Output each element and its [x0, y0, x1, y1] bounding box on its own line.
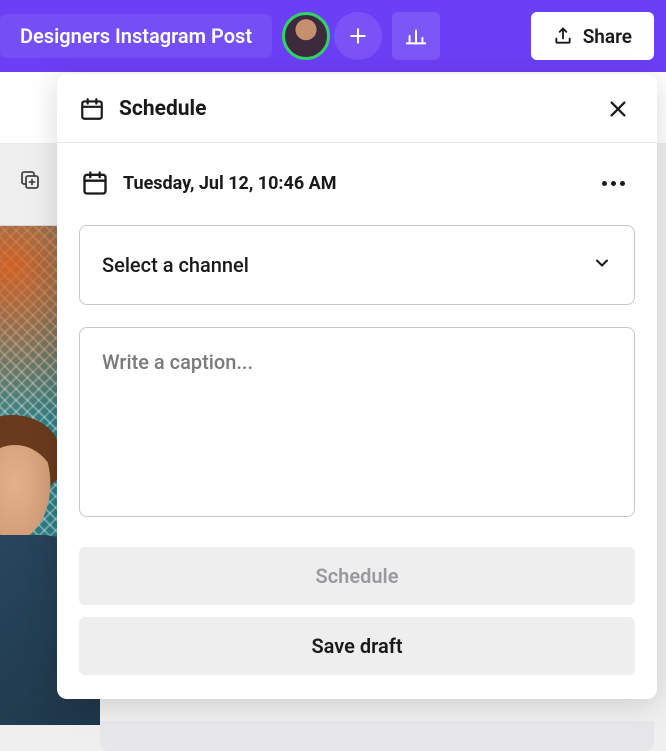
panel-title: Schedule: [119, 97, 206, 121]
top-toolbar: Designers Instagram Post Share: [0, 0, 666, 72]
duplicate-page-button[interactable]: [10, 160, 50, 200]
avatar[interactable]: [282, 12, 330, 60]
analytics-button[interactable]: [392, 12, 440, 60]
panel-body: Tuesday, Jul 12, 10:46 AM Select a chann…: [57, 143, 657, 699]
channel-select[interactable]: Select a channel: [79, 225, 635, 305]
close-button[interactable]: [601, 92, 635, 126]
caption-input[interactable]: [79, 327, 635, 517]
upload-icon: [553, 26, 573, 46]
schedule-panel: Schedule Tuesday, Jul 12, 10:46 AM Selec…: [57, 74, 657, 699]
dots-icon: [602, 181, 607, 186]
duplicate-icon: [18, 168, 42, 192]
schedule-button[interactable]: Schedule: [79, 547, 635, 605]
schedule-date-row[interactable]: Tuesday, Jul 12, 10:46 AM: [79, 163, 635, 203]
panel-header: Schedule: [57, 74, 657, 143]
document-title-wrap[interactable]: Designers Instagram Post: [0, 14, 272, 58]
add-collaborator-button[interactable]: [334, 12, 382, 60]
dots-icon: [620, 181, 625, 186]
bar-chart-icon: [405, 25, 427, 47]
dots-icon: [611, 181, 616, 186]
canvas-lower-strip: [100, 721, 654, 751]
channel-select-label: Select a channel: [102, 253, 249, 277]
close-icon: [607, 98, 629, 120]
schedule-date-text: Tuesday, Jul 12, 10:46 AM: [123, 173, 336, 194]
share-button[interactable]: Share: [531, 12, 654, 60]
calendar-icon: [79, 96, 105, 122]
plus-icon: [348, 26, 368, 46]
chevron-down-icon: [592, 253, 612, 277]
share-button-label: Share: [583, 25, 632, 48]
canvas-side-toolbar: [10, 160, 50, 200]
save-draft-button[interactable]: Save draft: [79, 617, 635, 675]
calendar-icon: [81, 169, 109, 197]
document-title: Designers Instagram Post: [20, 24, 252, 48]
date-more-button[interactable]: [594, 173, 633, 194]
